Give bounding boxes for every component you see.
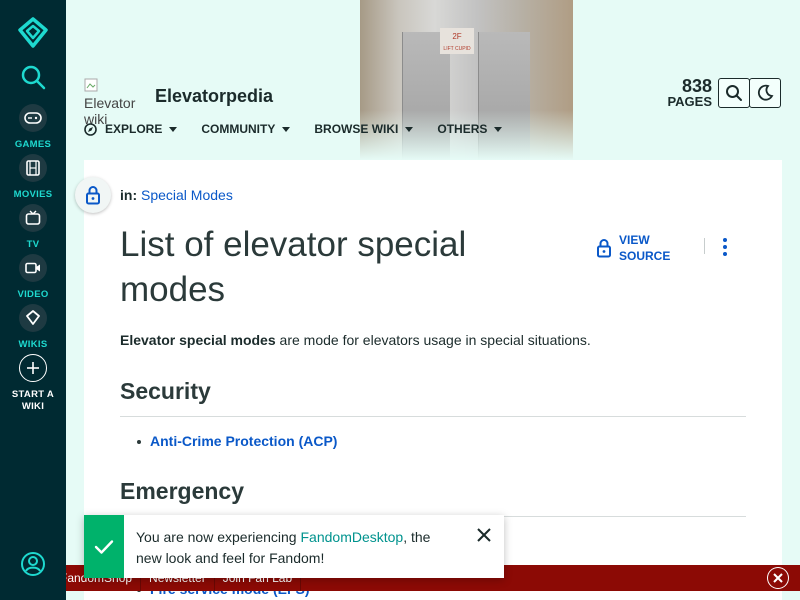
start-wiki-line2: WIKI	[21, 401, 45, 412]
fandom-logo-icon[interactable]	[16, 16, 50, 50]
nav-community[interactable]: COMMUNITY	[201, 121, 291, 137]
nav-explore[interactable]: EXPLORE	[84, 121, 178, 137]
nav-others[interactable]: OTHERS	[437, 121, 503, 137]
action-divider	[704, 238, 705, 254]
lock-icon	[597, 239, 611, 258]
breadcrumb-category-link[interactable]: Special Modes	[141, 187, 233, 203]
page-count: 838 PAGES	[662, 77, 712, 109]
checkmark-icon	[94, 539, 114, 554]
close-icon[interactable]	[476, 527, 492, 543]
nav-movies-label: MOVIES	[13, 189, 53, 200]
tv-icon	[19, 204, 47, 232]
nav-start-a-wiki-label: START A WIKI	[0, 389, 66, 413]
nav-start-a-wiki[interactable]: START A WIKI	[0, 354, 66, 413]
gamepad-icon	[19, 104, 47, 132]
nav-community-label: COMMUNITY	[201, 122, 276, 136]
global-nav: GAMES MOVIES TV VIDEO WIKIS START A WIKI	[0, 0, 66, 600]
chevron-down-icon	[405, 126, 414, 132]
nav-tv-label: TV	[26, 239, 40, 250]
user-account-icon[interactable]	[20, 551, 46, 577]
nav-games[interactable]: GAMES	[0, 104, 66, 151]
nav-video-label: VIDEO	[17, 289, 49, 300]
chevron-down-icon	[169, 126, 178, 132]
theme-toggle-button[interactable]	[749, 78, 781, 108]
lock-icon	[86, 186, 100, 205]
plus-icon	[19, 354, 47, 382]
search-icon	[726, 85, 742, 101]
elevator-floor-sign: 2F LIFT CUPID	[440, 28, 474, 54]
explore-icon	[84, 122, 97, 136]
view-source-line1: VIEW	[619, 233, 650, 247]
wiki-local-nav: EXPLORE COMMUNITY BROWSE WIKI OTHERS	[84, 121, 526, 137]
view-source-label: VIEW SOURCE	[619, 232, 679, 264]
start-wiki-line1: START A	[11, 389, 55, 400]
moon-icon	[757, 84, 774, 101]
article-intro: Elevator special modes are mode for elev…	[120, 332, 591, 348]
film-icon	[19, 154, 47, 182]
intro-bold-term: Elevator special modes	[120, 332, 276, 348]
toast-fandomdesktop-link[interactable]: FandomDesktop	[301, 529, 404, 545]
section-heading-security: Security	[120, 378, 746, 417]
page-title: List of elevator special modes	[120, 225, 467, 309]
breadcrumb-prefix: in:	[120, 187, 138, 203]
list-item-link[interactable]: Anti-Crime Protection (ACP)	[136, 433, 337, 449]
breadcrumb: in: Special Modes	[120, 187, 233, 203]
search-icon[interactable]	[20, 64, 46, 90]
protected-page-badge[interactable]	[75, 177, 111, 213]
nav-wikis[interactable]: WIKIS	[0, 304, 66, 351]
nav-others-label: OTHERS	[437, 122, 488, 136]
more-actions-kebab-icon[interactable]	[720, 236, 730, 258]
view-source-line2: SOURCE	[619, 249, 671, 263]
wiki-name[interactable]: Elevatorpedia	[155, 86, 273, 107]
video-icon	[19, 254, 47, 282]
floor-sign-text: LIFT CUPID	[443, 46, 471, 52]
intro-text: are mode for elevators usage in special …	[275, 332, 591, 348]
nav-explore-label: EXPLORE	[105, 122, 163, 136]
view-source-button[interactable]: VIEW SOURCE	[596, 232, 679, 264]
broken-image-icon	[84, 78, 98, 92]
nav-video[interactable]: VIDEO	[0, 254, 66, 301]
toast-message: You are now experiencing FandomDesktop, …	[136, 527, 446, 569]
floor-sign-number: 2F	[452, 32, 462, 41]
chevron-down-icon	[494, 126, 503, 132]
nav-browse-wiki-label: BROWSE WIKI	[314, 122, 399, 136]
notification-toast: You are now experiencing FandomDesktop, …	[84, 515, 504, 578]
nav-games-label: GAMES	[14, 139, 52, 150]
chevron-down-icon	[282, 126, 291, 132]
toast-status-bar	[84, 515, 124, 578]
wiki-search-button[interactable]	[718, 78, 750, 108]
page-count-label: PAGES	[667, 94, 712, 109]
nav-wikis-label: WIKIS	[18, 339, 48, 350]
section-heading-emergency: Emergency	[120, 478, 746, 517]
page-count-number: 838	[681, 76, 712, 96]
nav-tv[interactable]: TV	[0, 204, 66, 251]
nav-browse-wiki[interactable]: BROWSE WIKI	[314, 121, 414, 137]
fandom-heart-icon	[19, 304, 47, 332]
toast-text-before: You are now experiencing	[136, 529, 301, 545]
close-circle-icon	[768, 568, 788, 588]
nav-movies[interactable]: MOVIES	[0, 154, 66, 201]
bottom-bar-close-button[interactable]	[767, 567, 789, 589]
